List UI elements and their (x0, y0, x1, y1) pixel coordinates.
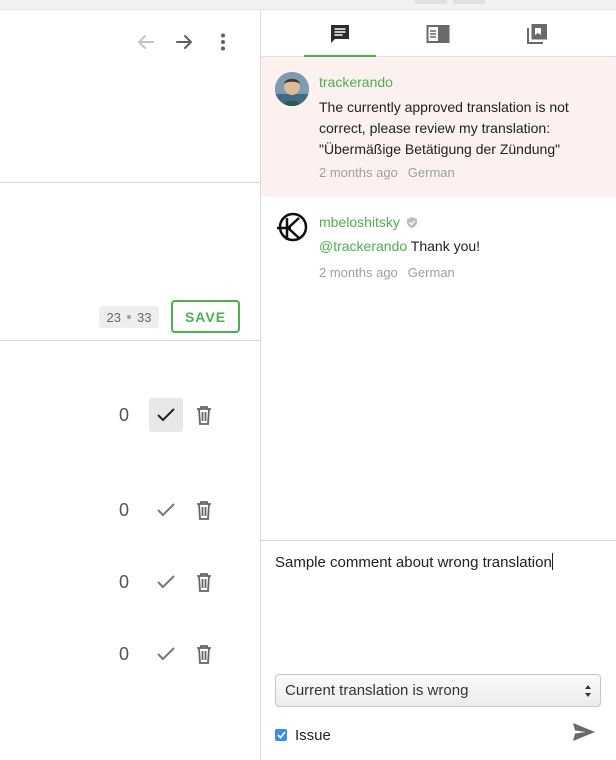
suggestion-row: 0 (0, 564, 260, 600)
send-icon (573, 723, 595, 741)
checkmark-icon (157, 408, 175, 422)
suggestion-row: 0 (0, 492, 260, 528)
translation-memory-icon (527, 23, 547, 44)
delete-button[interactable] (192, 497, 216, 523)
comment-text: @trackerando Thank you! (319, 236, 599, 257)
issue-checkbox-row: Issue (275, 725, 331, 745)
comment-mention[interactable]: @trackerando (319, 238, 407, 254)
machine-translation-icon (426, 24, 450, 43)
character-counter: 23 33 (99, 306, 159, 328)
vote-count: 0 (118, 500, 129, 520)
approve-button[interactable] (149, 565, 183, 599)
arrow-left-icon (138, 35, 154, 49)
tab-machine-translation[interactable] (402, 10, 474, 57)
comment-textarea[interactable]: Sample comment about wrong translation (275, 553, 605, 663)
comment-author[interactable]: trackerando (319, 74, 393, 90)
vote-count: 0 (118, 572, 129, 592)
comment-time: 2 months ago (319, 265, 398, 280)
send-comment-button[interactable] (571, 719, 597, 745)
comments-icon (331, 24, 349, 43)
issue-checkbox[interactable] (275, 729, 287, 741)
check-icon (276, 731, 286, 739)
select-arrows-icon (585, 685, 591, 697)
text-caret (551, 553, 553, 570)
issue-type-value: Current translation is wrong (285, 682, 469, 699)
previous-string-button[interactable] (131, 22, 161, 62)
counter-total: 33 (137, 309, 152, 325)
top-strip-tab (453, 0, 485, 4)
sidebar-panel: trackerando The currently approved trans… (261, 10, 616, 760)
trash-icon (197, 501, 211, 520)
suggestion-row: 0 (0, 636, 260, 672)
comment-author: mbeloshitsky (319, 214, 417, 230)
comment-language: German (407, 265, 455, 280)
tab-translation-memory[interactable] (501, 10, 573, 57)
avatar (275, 212, 309, 246)
comment-author-name[interactable]: mbeloshitsky (319, 214, 400, 230)
divider (0, 340, 260, 341)
comment-item: trackerando The currently approved trans… (261, 57, 616, 197)
delete-button[interactable] (192, 402, 216, 428)
comment-meta: 2 months ago German (319, 265, 455, 280)
counter-current: 23 (106, 309, 121, 325)
comment-body: Thank you! (407, 238, 481, 254)
vote-count: 0 (118, 644, 129, 664)
arrow-right-icon (176, 35, 192, 49)
sidebar-tabs (261, 10, 616, 58)
approve-button[interactable] (149, 637, 183, 671)
top-strip-tab (415, 0, 447, 4)
checkmark-icon (157, 503, 175, 517)
comment-language: German (407, 165, 455, 180)
divider (0, 182, 260, 183)
trash-icon (197, 645, 211, 664)
more-vertical-icon (221, 33, 225, 51)
tab-comments[interactable] (304, 10, 376, 58)
new-comment-form: Sample comment about wrong translation C… (261, 540, 616, 760)
trash-icon (197, 573, 211, 592)
delete-button[interactable] (192, 641, 216, 667)
approve-button[interactable] (149, 493, 183, 527)
trash-icon (197, 406, 211, 425)
approve-button[interactable] (149, 398, 183, 432)
editor-navigation (0, 22, 261, 62)
next-string-button[interactable] (169, 22, 199, 62)
vote-count: 0 (118, 405, 129, 425)
comment-time: 2 months ago (319, 165, 398, 180)
comment-input-value: Sample comment about wrong translation (275, 554, 552, 571)
translation-editor-pane: 23 33 SAVE 0 0 0 0 (0, 10, 261, 760)
suggestion-row: 0 (0, 397, 260, 433)
counter-separator (127, 315, 131, 319)
browser-top-strip (0, 0, 616, 10)
comment-text: The currently approved translation is no… (319, 99, 569, 157)
checkmark-icon (157, 575, 175, 589)
avatar (275, 72, 309, 106)
save-button[interactable]: SAVE (171, 300, 240, 333)
issue-checkbox-label[interactable]: Issue (295, 727, 331, 744)
comment-meta: 2 months ago German (319, 165, 455, 180)
verified-badge-icon (406, 217, 417, 228)
comment-item: mbeloshitsky @trackerando Thank you! 2 m… (261, 197, 616, 297)
issue-type-select[interactable]: Current translation is wrong (275, 674, 601, 707)
more-options-button[interactable] (208, 22, 238, 62)
checkmark-icon (157, 647, 175, 661)
delete-button[interactable] (192, 569, 216, 595)
